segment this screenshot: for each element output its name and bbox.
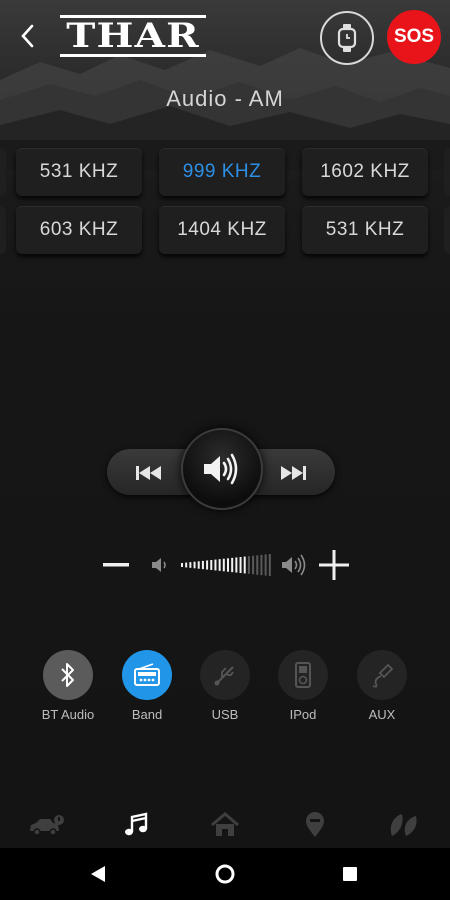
preset-grid: 531 KHZ 999 KHZ 1602 KHZ 603 KHZ 1404 KH… xyxy=(0,148,450,260)
audio-screen: THAR SOS Audio - AM 531 KHZ 999 KHZ 1602… xyxy=(0,0,450,848)
volume-tick xyxy=(193,561,196,569)
source-circle xyxy=(357,650,407,700)
volume-tick xyxy=(201,560,204,570)
source-aux[interactable]: AUX xyxy=(342,650,422,722)
volume-knob[interactable] xyxy=(181,428,263,510)
smartwatch-button[interactable] xyxy=(320,11,374,65)
preset-button[interactable]: 1602 KHZ xyxy=(302,148,428,196)
source-label: Band xyxy=(131,707,163,722)
preset-button[interactable]: 531 KHZ xyxy=(302,206,428,254)
nav-home[interactable] xyxy=(203,808,247,842)
source-label: BT Audio xyxy=(41,707,95,722)
plus-icon xyxy=(319,550,349,580)
volume-tick xyxy=(206,560,209,570)
volume-down-button[interactable] xyxy=(100,549,132,581)
bottom-nav xyxy=(0,800,450,848)
volume-tick xyxy=(268,554,271,576)
brand-logo: THAR xyxy=(58,10,208,62)
source-label: USB xyxy=(211,707,239,722)
preset-scroll-edge-right xyxy=(444,148,450,196)
previous-track-icon xyxy=(136,466,161,480)
usb-icon xyxy=(214,666,234,686)
nav-eco[interactable] xyxy=(382,808,426,842)
source-bt-audio[interactable]: BT Audio xyxy=(28,650,108,722)
volume-tick xyxy=(218,559,221,571)
volume-tick xyxy=(264,554,267,576)
volume-tick xyxy=(227,558,229,572)
volume-tick xyxy=(185,562,188,568)
preset-button[interactable]: 1404 KHZ xyxy=(159,206,285,254)
smartwatch-icon xyxy=(337,24,357,52)
bluetooth-icon xyxy=(61,663,74,687)
top-bar: THAR SOS xyxy=(0,0,450,75)
triangle-back-icon xyxy=(91,866,105,882)
volume-tick xyxy=(222,558,225,572)
preset-scroll-edge-right xyxy=(444,206,450,254)
source-circle xyxy=(43,650,93,700)
volume-tick xyxy=(231,557,234,573)
volume-tick xyxy=(260,554,263,576)
music-note-icon xyxy=(125,812,148,836)
volume-tick xyxy=(235,557,238,573)
volume-tick xyxy=(247,556,250,574)
volume-low-icon xyxy=(152,558,166,572)
next-track-icon xyxy=(281,466,306,480)
source-label: IPod xyxy=(289,707,317,722)
source-usb[interactable]: USB xyxy=(185,650,265,722)
volume-high-icon xyxy=(282,554,306,576)
volume-up-button[interactable] xyxy=(318,549,350,581)
preset-scroll-edge-left xyxy=(0,148,6,196)
system-recents-button[interactable] xyxy=(330,860,370,888)
android-navigation-bar xyxy=(0,848,450,900)
volume-row xyxy=(0,545,450,585)
ipod-icon xyxy=(295,662,311,688)
next-track-button[interactable] xyxy=(270,456,316,490)
audio-source-row: BT Audio Band USB IPod AUX xyxy=(0,650,450,730)
previous-track-button[interactable] xyxy=(126,456,172,490)
volume-tick xyxy=(181,563,183,567)
preset-button[interactable]: 603 KHZ xyxy=(16,206,142,254)
vehicle-icon xyxy=(30,815,64,836)
speaker-icon xyxy=(204,453,238,485)
preset-button[interactable]: 999 KHZ xyxy=(159,148,285,196)
volume-tick xyxy=(210,560,213,570)
leaf-icon xyxy=(390,814,417,836)
volume-tick xyxy=(256,555,259,575)
preset-button[interactable]: 531 KHZ xyxy=(16,148,142,196)
back-arrow-icon xyxy=(21,24,34,48)
sos-button[interactable]: SOS xyxy=(387,10,441,64)
minus-icon xyxy=(103,563,129,567)
source-circle xyxy=(278,650,328,700)
volume-tick xyxy=(214,559,217,571)
back-button[interactable] xyxy=(12,18,42,54)
system-back-button[interactable] xyxy=(78,860,118,888)
volume-tick xyxy=(243,556,246,574)
source-ipod[interactable]: IPod xyxy=(263,650,343,722)
nav-location[interactable] xyxy=(293,808,337,842)
volume-tick xyxy=(252,555,255,575)
aux-cable-icon xyxy=(372,663,394,688)
volume-tick xyxy=(239,557,242,573)
source-label: AUX xyxy=(368,707,396,722)
logo-text: THAR xyxy=(66,16,200,56)
volume-tick xyxy=(197,561,200,569)
system-home-button[interactable] xyxy=(205,860,245,888)
square-recents-icon xyxy=(343,867,357,881)
location-pin-icon xyxy=(306,812,324,837)
home-icon xyxy=(211,812,239,836)
volume-slider[interactable] xyxy=(180,551,272,579)
source-circle xyxy=(200,650,250,700)
source-band[interactable]: Band xyxy=(107,650,187,722)
nav-vehicle[interactable] xyxy=(24,808,68,842)
source-circle xyxy=(122,650,172,700)
circle-home-icon xyxy=(215,864,235,884)
radio-icon xyxy=(134,663,160,686)
preset-scroll-edge-left xyxy=(0,206,6,254)
page-title: Audio - AM xyxy=(166,86,284,111)
volume-tick xyxy=(189,562,192,568)
nav-music[interactable] xyxy=(114,808,158,842)
